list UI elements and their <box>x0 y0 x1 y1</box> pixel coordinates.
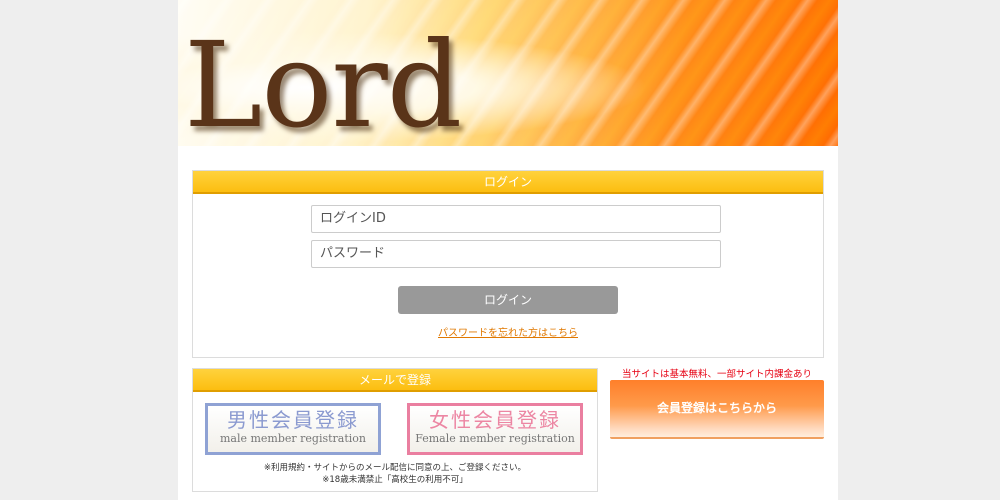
age-restriction-note: ※18歳未満禁止「高校生の利用不可」 <box>322 475 468 485</box>
site-logo: Lord <box>184 16 462 146</box>
female-register-subtitle: Female member registration <box>415 432 575 445</box>
mail-register-header: メールで登録 <box>193 369 597 392</box>
login-id-input[interactable] <box>311 205 721 233</box>
mail-register-panel: メールで登録 男性会員登録 male member registration 女… <box>192 368 598 492</box>
male-register-button[interactable]: 男性会員登録 male member registration <box>205 403 381 455</box>
female-register-button[interactable]: 女性会員登録 Female member registration <box>407 403 583 455</box>
forgot-password-link[interactable]: パスワードを忘れた方はこちら <box>193 324 823 339</box>
male-register-subtitle: male member registration <box>219 432 367 445</box>
member-register-button[interactable]: 会員登録はこちらから <box>610 380 824 439</box>
password-input[interactable] <box>311 240 721 268</box>
female-register-title: 女性会員登録 <box>429 408 561 432</box>
login-panel: ログイン ログイン パスワードを忘れた方はこちら <box>192 170 824 358</box>
login-button[interactable]: ログイン <box>398 286 618 314</box>
terms-note: ※利用規約・サイトからのメール配信に同意の上、ご登録ください。 <box>263 463 527 473</box>
site-banner: Lord <box>178 0 838 146</box>
pricing-note: 当サイトは基本無料、一部サイト内課金あり <box>621 369 812 380</box>
login-panel-header: ログイン <box>193 171 823 194</box>
page-container: Lord ログイン ログイン パスワードを忘れた方はこちら メールで登録 男性会… <box>178 0 838 500</box>
male-register-title: 男性会員登録 <box>227 408 359 432</box>
